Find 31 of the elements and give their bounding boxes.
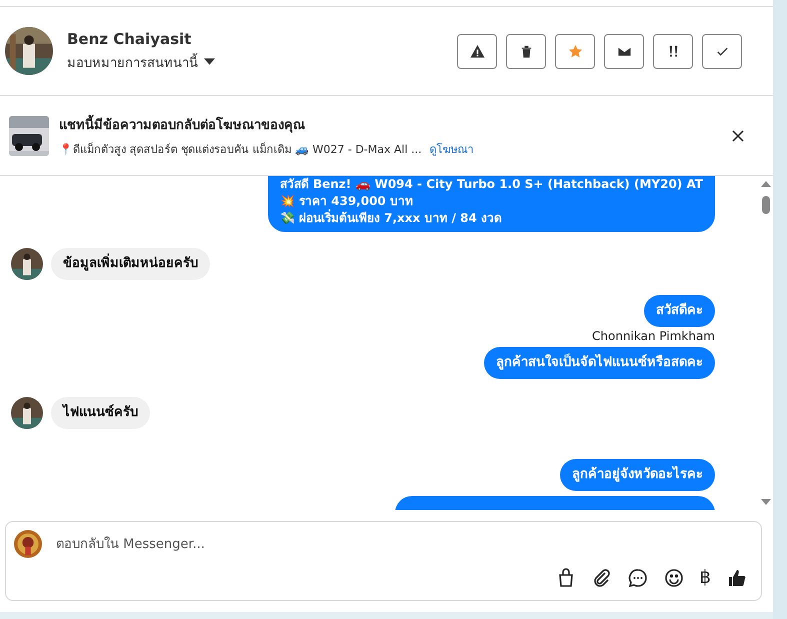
close-icon[interactable] [732,130,744,142]
assign-dropdown[interactable]: มอบหมายการสนทนานี้ [67,52,215,72]
ad-description: 📍ดีแม็กตัวสูง สุดสปอร์ต ชุดแต่งรอบคัน แม็กเดิม 🚙 W027 - D-Max All ... [59,141,422,158]
ad-reply-title: แชทนี้มีข้อความตอบกลับต่อโฆษณาของคุณ [59,114,474,134]
star-icon [568,44,582,58]
priority-button[interactable] [653,34,693,68]
warning-button[interactable] [457,34,497,68]
view-ad-link[interactable]: ดูโฆษณา [430,140,474,158]
speech-bubble-icon[interactable] [628,568,648,588]
message-bubble: ข้อมูลเพิ่มเติมหน่อยครับ [51,248,210,280]
contact-name: Benz Chaiyasit [67,30,192,48]
message-bubble: สวัสดี Benz! 🚗 W094 - City Turbo 1.0 S+ (Hatchback) (MY20) AT 💥 ราคา 439,000 บาท 💸 ผ่อนเริ่มต้นเพียง 7,xxx บาท / 84 งวด [268,176,715,232]
caret-icon [204,58,215,66]
baht-button[interactable]: ฿ [700,568,711,588]
mail-button[interactable] [604,34,644,68]
message-bubble: ไฟแนนซ์ครับ [51,397,150,429]
sender-name: Chonnikan Pimkham [592,329,715,343]
message-bubble: ลูกค้าสนใจเป็นจัดไฟแนนซ์หรือสดคะ [484,347,715,379]
message-bubble: สวัสดีคะ [644,295,715,327]
paperclip-icon[interactable] [592,568,612,588]
check-button[interactable] [702,34,742,68]
smiley-icon[interactable] [664,568,684,588]
reply-box[interactable]: ตอบกลับใน Messenger... ฿ [5,521,762,601]
scroll-up-icon[interactable] [761,180,771,188]
trash-button[interactable] [506,34,546,68]
scroll-down-icon[interactable] [761,498,771,506]
scrollbar-thumb[interactable] [762,196,770,214]
warning-icon [470,44,484,58]
message-bubble: ลูกค้าอยู่จังหวัดอะไรคะ [560,459,715,491]
thumbs-up-icon[interactable] [727,568,747,588]
star-button[interactable] [555,34,595,68]
